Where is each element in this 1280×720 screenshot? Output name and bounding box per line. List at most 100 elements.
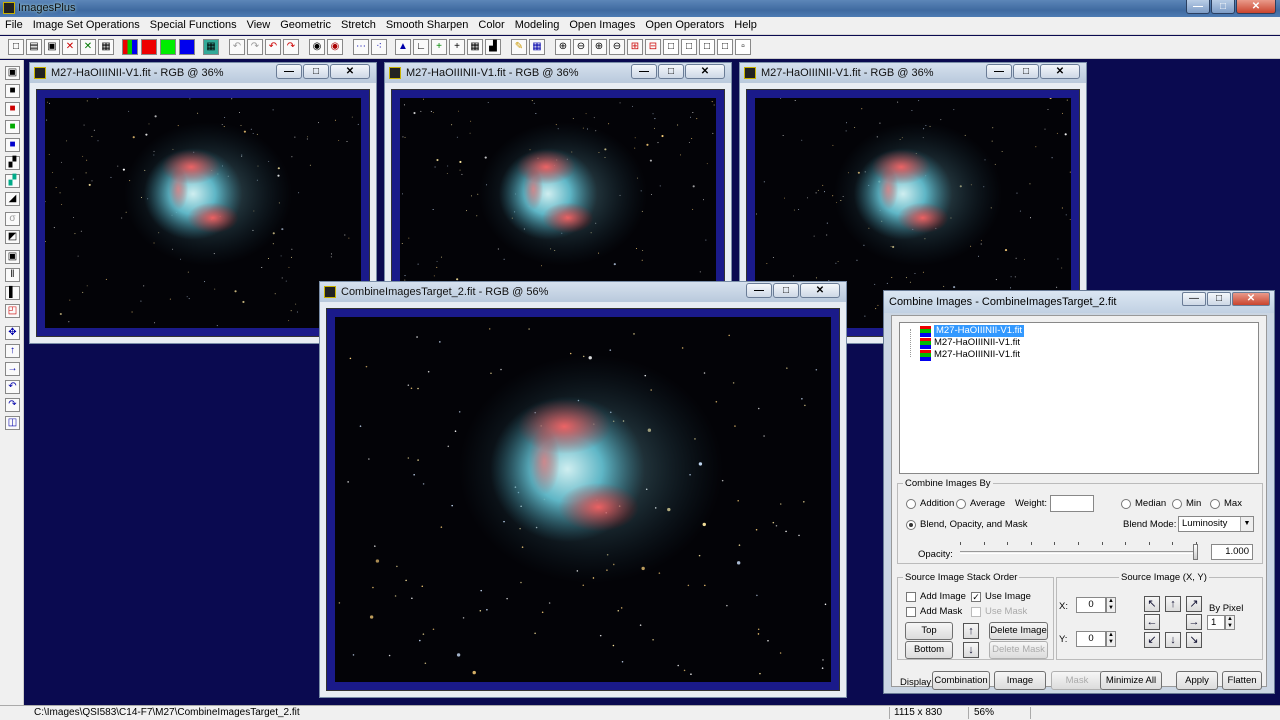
layers-icon[interactable]: ▞	[5, 174, 20, 188]
menu-open-images[interactable]: Open Images	[564, 17, 640, 34]
copy-icon[interactable]: ▦	[98, 39, 114, 55]
median-radio[interactable]	[1121, 499, 1131, 509]
arrow-right-icon[interactable]: →	[5, 362, 20, 376]
window-3-icon[interactable]: □	[699, 39, 715, 55]
delete-image-button[interactable]: Delete Image	[989, 622, 1048, 640]
nebula-image[interactable]	[45, 98, 361, 328]
menu-open-operators[interactable]: Open Operators	[640, 17, 729, 34]
frame-icon[interactable]: ▣	[5, 250, 20, 264]
y-input[interactable]: 0	[1076, 631, 1106, 647]
maximize-button[interactable]: □	[773, 283, 799, 298]
dotted-line-icon[interactable]: ⋯	[353, 39, 369, 55]
move-icon[interactable]: ✥	[5, 326, 20, 340]
minimize-button[interactable]: —	[276, 64, 302, 79]
minimize-button[interactable]: —	[986, 64, 1012, 79]
arrow-up-left-icon[interactable]: ↖	[1144, 596, 1160, 612]
minimize-button[interactable]: —	[746, 283, 772, 298]
menu-smooth-sharpen[interactable]: Smooth Sharpen	[381, 17, 474, 34]
undo-all-icon[interactable]: ↶	[265, 39, 281, 55]
crosshair-icon[interactable]: +	[449, 39, 465, 55]
maximize-button[interactable]: □	[303, 64, 329, 79]
menu-file[interactable]: File	[0, 17, 28, 34]
new-file-icon[interactable]: □	[8, 39, 24, 55]
black-square-icon[interactable]: ■	[5, 84, 20, 98]
blue-square-icon[interactable]: ■	[5, 138, 20, 152]
flip-icon[interactable]: ◫	[5, 416, 20, 430]
x-spinner[interactable]: ▲ ▼	[1106, 597, 1116, 613]
maximize-button[interactable]: □	[658, 64, 684, 79]
menu-special-functions[interactable]: Special Functions	[145, 17, 242, 34]
close-button[interactable]: ✕	[1040, 64, 1080, 79]
opacity-input[interactable]: 1.000	[1211, 544, 1253, 560]
stack-icon[interactable]: ▞	[5, 156, 20, 170]
menu-image-set-operations[interactable]: Image Set Operations	[28, 17, 145, 34]
menu-stretch[interactable]: Stretch	[336, 17, 381, 34]
green-channel-icon[interactable]	[160, 39, 176, 55]
add-image-checkbox[interactable]	[906, 592, 916, 602]
crosshair-green-icon[interactable]: +	[431, 39, 447, 55]
grid-icon[interactable]: ▦	[203, 39, 219, 55]
image-button[interactable]: Image	[994, 671, 1046, 690]
black-bar-icon[interactable]: ▌	[5, 286, 20, 300]
dialog-titlebar[interactable]: Combine Images - CombineImagesTarget_2.f…	[884, 291, 1274, 313]
target-image-window[interactable]: CombineImagesTarget_2.fit - RGB @ 56% — …	[319, 281, 847, 698]
calculator-icon[interactable]: ▦	[467, 39, 483, 55]
points-icon[interactable]: ⁖	[371, 39, 387, 55]
blend-mode-select[interactable]: Luminosity ▼	[1178, 516, 1254, 532]
lasso-icon[interactable]: σ	[5, 212, 20, 226]
corner-icon[interactable]: ◢	[5, 192, 20, 206]
app-close-button[interactable]: ✕	[1236, 0, 1276, 14]
red-square-icon[interactable]: ■	[5, 102, 20, 116]
by-pixel-input[interactable]: 1	[1207, 615, 1225, 630]
zoom-in-icon[interactable]: ⊕	[555, 39, 571, 55]
dialog-close-button[interactable]: ✕	[1232, 292, 1270, 306]
average-radio[interactable]	[956, 499, 966, 509]
arrow-down-icon[interactable]: ↓	[1165, 632, 1181, 648]
shrink-icon[interactable]: ⊟	[645, 39, 661, 55]
x-input[interactable]: 0	[1076, 597, 1106, 613]
image-window-2-titlebar[interactable]: M27-HaOIIINII-V1.fit - RGB @ 36% — □ ✕	[385, 63, 731, 83]
use-image-checkbox[interactable]: ✓	[971, 592, 981, 602]
gradient-icon[interactable]: ◩	[5, 230, 20, 244]
curve-icon[interactable]: ∟	[413, 39, 429, 55]
red-channel-icon[interactable]	[141, 39, 157, 55]
window-1-icon[interactable]: □	[663, 39, 679, 55]
delete-mask-button[interactable]: Delete Mask	[989, 641, 1048, 659]
target-image-window-titlebar[interactable]: CombineImagesTarget_2.fit - RGB @ 56% — …	[320, 282, 846, 302]
rotate-left-icon[interactable]: ↶	[5, 380, 20, 394]
addition-radio[interactable]	[906, 499, 916, 509]
rgb-icon[interactable]	[122, 39, 138, 55]
max-radio[interactable]	[1210, 499, 1220, 509]
list-item[interactable]: M27-HaOIIINII-V1.fit	[920, 325, 1025, 337]
add-mask-checkbox[interactable]	[906, 607, 916, 617]
image-window-3-titlebar[interactable]: M27-HaOIIINII-V1.fit - RGB @ 36% — □ ✕	[740, 63, 1086, 83]
arrow-down-right-icon[interactable]: ↘	[1186, 632, 1202, 648]
opacity-slider-thumb[interactable]	[1193, 544, 1198, 560]
pencil-icon[interactable]: ✎	[511, 39, 527, 55]
weight-input[interactable]	[1050, 495, 1094, 512]
menu-color[interactable]: Color	[473, 17, 509, 34]
chart-icon[interactable]: ▟	[485, 39, 501, 55]
redo-all-icon[interactable]: ↷	[283, 39, 299, 55]
use-mask-checkbox[interactable]	[971, 607, 981, 617]
min-radio[interactable]	[1172, 499, 1182, 509]
minimize-button[interactable]: —	[631, 64, 657, 79]
y-spinner[interactable]: ▲ ▼	[1106, 631, 1116, 647]
open-folder-icon[interactable]: ▤	[26, 39, 42, 55]
mask-icon[interactable]: ◉	[309, 39, 325, 55]
arrow-right-icon[interactable]: →	[1186, 614, 1202, 630]
mask-red-icon[interactable]: ◉	[327, 39, 343, 55]
source-image-list[interactable]: M27-HaOIIINII-V1.fit M27-HaOIIINII-V1.fi…	[899, 322, 1259, 474]
window-4-icon[interactable]: □	[717, 39, 733, 55]
menu-geometric[interactable]: Geometric	[275, 17, 336, 34]
list-item[interactable]: M27-HaOIIINII-V1.fit	[920, 349, 1020, 361]
arrow-up-icon[interactable]: ↑	[1165, 596, 1181, 612]
arrow-up-right-icon[interactable]: ↗	[1186, 596, 1202, 612]
arrow-down-left-icon[interactable]: ↙	[1144, 632, 1160, 648]
app-minimize-button[interactable]: —	[1186, 0, 1210, 14]
bottom-button[interactable]: Bottom	[905, 641, 953, 659]
mask-button[interactable]: Mask	[1051, 671, 1103, 690]
menu-help[interactable]: Help	[729, 17, 762, 34]
list-item[interactable]: M27-HaOIIINII-V1.fit	[920, 337, 1020, 349]
dialog-maximize-button[interactable]: □	[1207, 292, 1231, 306]
